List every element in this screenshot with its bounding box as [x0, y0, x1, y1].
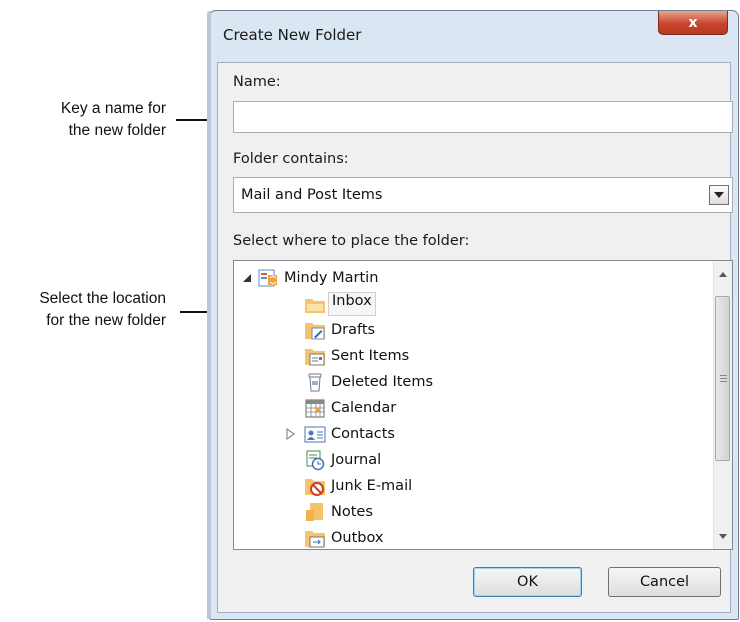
mailbox-icon [258, 269, 277, 287]
tree-item-sent-items[interactable]: Sent Items [304, 343, 409, 369]
dropdown-button[interactable] [709, 185, 729, 205]
tree-item-notes[interactable]: Notes [304, 499, 373, 525]
scroll-up-button[interactable] [714, 265, 732, 283]
folder-contains-value: Mail and Post Items [241, 187, 383, 203]
title-bar: Create New Folder x [210, 11, 738, 61]
outbox-folder-icon [305, 531, 325, 548]
close-icon: x [688, 14, 698, 31]
dialog-title: Create New Folder [223, 26, 362, 44]
tree-item-label: Calendar [331, 400, 397, 416]
scroll-down-button[interactable] [714, 527, 732, 545]
callout-name-line2: the new folder [68, 122, 166, 139]
tree-item-label: Inbox [328, 292, 376, 316]
tree-item-label: Outbox [331, 530, 384, 546]
contacts-icon [304, 426, 326, 443]
tree-item-label: Drafts [331, 322, 376, 338]
tree-item-label: Contacts [331, 426, 395, 442]
callout-location-line2: for the new folder [46, 312, 166, 329]
callout-location: Select the location for the new folder [39, 288, 166, 332]
ok-button[interactable]: OK [473, 567, 582, 597]
tree-item-contacts[interactable]: Contacts [286, 421, 395, 447]
tree-item-label: Journal [331, 452, 382, 468]
tree-scrollbar[interactable] [713, 261, 732, 549]
journal-icon [306, 450, 325, 471]
folder-contains-dropdown[interactable]: Mail and Post Items [233, 177, 733, 213]
tree-root[interactable]: Mindy Martin [243, 265, 378, 291]
tree-item-deleted-items[interactable]: Deleted Items [304, 369, 433, 395]
create-new-folder-dialog: Create New Folder x Name: Folder contain… [207, 10, 739, 620]
tree-item-drafts[interactable]: Drafts [304, 317, 375, 343]
trash-icon [308, 373, 322, 392]
sent-items-folder-icon [305, 349, 325, 366]
expanded-triangle-icon [243, 274, 251, 282]
tree-item-label: Junk E-mail [331, 478, 413, 494]
collapsed-triangle-icon [286, 428, 295, 440]
callout-name: Key a name for the new folder [61, 98, 166, 142]
name-input[interactable] [233, 101, 733, 133]
tree-item-inbox[interactable]: Inbox [304, 291, 376, 317]
grip-icon [720, 375, 727, 382]
drafts-folder-icon [305, 323, 325, 340]
calendar-icon [305, 399, 325, 418]
tree-item-outbox[interactable]: Outbox [304, 525, 384, 549]
tree-item-label: Deleted Items [331, 374, 434, 390]
tree-item-junk-email[interactable]: Junk E-mail [304, 473, 412, 499]
tree-item-label: Sent Items [331, 348, 410, 364]
close-button[interactable]: x [658, 11, 728, 35]
scroll-up-icon [719, 271, 727, 277]
scroll-thumb[interactable] [715, 296, 730, 461]
name-label: Name: [233, 74, 281, 90]
dialog-body: Name: Folder contains: Mail and Post Ite… [217, 62, 733, 613]
inbox-folder-icon [305, 299, 325, 313]
scroll-down-icon [719, 533, 727, 539]
tree-item-label: Notes [331, 504, 373, 520]
tree-root-label: Mindy Martin [284, 270, 379, 286]
callout-name-line1: Key a name for [60, 100, 166, 117]
notes-icon [306, 503, 323, 521]
folder-contains-label: Folder contains: [233, 151, 349, 167]
tree-item-calendar[interactable]: Calendar [304, 395, 396, 421]
junk-email-folder-icon [305, 479, 325, 496]
cancel-button[interactable]: Cancel [608, 567, 721, 597]
location-label: Select where to place the folder: [233, 233, 470, 249]
folder-tree[interactable]: Mindy Martin Inbox Drafts Sent Items Del… [233, 260, 733, 550]
chevron-down-icon [714, 192, 724, 198]
callout-location-line1: Select the location [39, 290, 166, 307]
tree-item-journal[interactable]: Journal [304, 447, 381, 473]
